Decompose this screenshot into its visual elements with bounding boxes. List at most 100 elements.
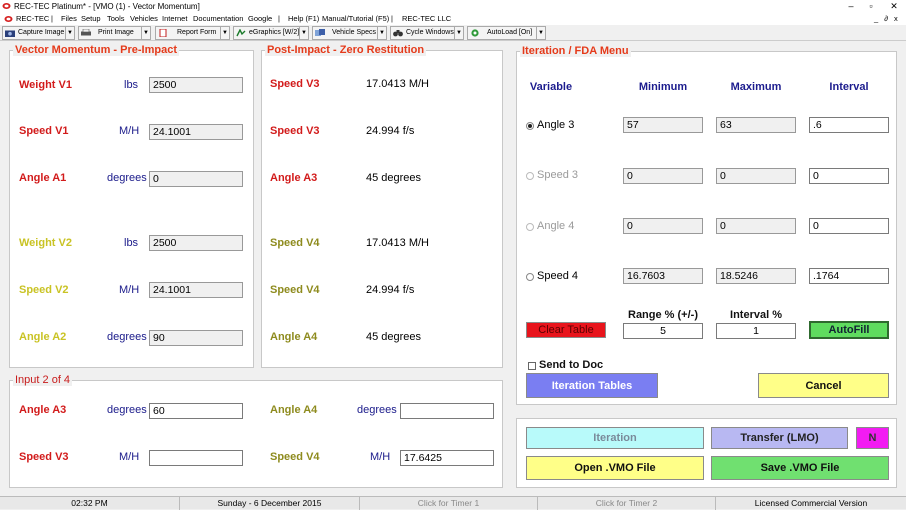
menu-files[interactable]: Files <box>61 13 77 25</box>
vehicle-specs-button[interactable]: Vehicle Specs ▼ <box>312 26 387 40</box>
angle4-label: Angle 4 <box>537 220 575 232</box>
angle-a1-field[interactable] <box>149 171 243 187</box>
speed-v4-fps-value: 24.994 f/s <box>366 284 415 296</box>
menu-manual[interactable]: Manual/Tutorial (F5) <box>322 13 389 25</box>
printer-icon <box>81 29 91 36</box>
report-form-button[interactable]: Report Form ▼ <box>155 26 230 40</box>
speed-v3-mph-value: 17.0413 M/H <box>366 78 429 90</box>
input-speed-v4-unit: M/H <box>370 451 391 463</box>
menu-setup[interactable]: Setup <box>81 13 101 25</box>
speed-v2-field[interactable] <box>149 282 243 298</box>
angle4-max-field[interactable] <box>716 218 796 234</box>
post-impact-panel <box>261 50 503 368</box>
post-impact-title: Post-Impact - Zero Restitution <box>265 44 427 56</box>
chevron-down-icon[interactable]: ▼ <box>65 27 74 39</box>
speed4-min-field[interactable] <box>623 268 703 284</box>
input-angle-a3-unit: degrees <box>107 404 147 416</box>
range-percent-field[interactable] <box>623 323 703 339</box>
chevron-down-icon[interactable]: ▼ <box>536 27 545 39</box>
angle-a4-result-value: 45 degrees <box>366 331 422 343</box>
speed4-interval-field[interactable] <box>809 268 889 284</box>
menu-internet[interactable]: Internet <box>162 13 187 25</box>
pre-impact-title: Vector Momentum - Pre-Impact <box>13 44 179 56</box>
autoload-icon <box>471 29 479 37</box>
menu-tools[interactable]: Tools <box>107 13 125 25</box>
angle3-interval-field[interactable] <box>809 117 889 133</box>
n-button[interactable]: N <box>856 427 889 449</box>
menu-separator: | <box>51 14 53 23</box>
speed-v1-field[interactable] <box>149 124 243 140</box>
angle-a2-field[interactable] <box>149 330 243 346</box>
minimize-button[interactable]: – <box>841 0 861 13</box>
timer1-button[interactable]: Click for Timer 1 <box>360 497 538 510</box>
menu-vehicles[interactable]: Vehicles <box>130 13 158 25</box>
angle-a1-label: Angle A1 <box>19 172 67 184</box>
chevron-down-icon[interactable]: ▼ <box>454 27 463 39</box>
open-vmo-button[interactable]: Open .VMO File <box>526 456 704 480</box>
menu-rectec[interactable]: REC-TEC <box>16 13 49 25</box>
interval-percent-label: Interval % <box>730 309 782 321</box>
angle3-min-field[interactable] <box>623 117 703 133</box>
send-to-doc-label: Send to Doc <box>539 359 604 371</box>
angle4-min-field[interactable] <box>623 218 703 234</box>
cancel-button[interactable]: Cancel <box>758 373 889 398</box>
weight-v2-field[interactable] <box>149 235 243 251</box>
save-vmo-button[interactable]: Save .VMO File <box>711 456 889 480</box>
weight-v2-unit: lbs <box>124 237 139 249</box>
print-image-button[interactable]: Print Image ▼ <box>78 26 151 40</box>
weight-v1-label: Weight V1 <box>19 79 72 91</box>
input-speed-v4-field[interactable] <box>400 450 494 466</box>
chevron-down-icon[interactable]: ▼ <box>299 27 308 39</box>
close-button[interactable]: ✕ <box>884 0 904 13</box>
iteration-tables-button[interactable]: Iteration Tables <box>526 373 658 398</box>
input-speed-v3-field[interactable] <box>149 450 243 466</box>
interval-percent-field[interactable] <box>716 323 796 339</box>
menu-documentation[interactable]: Documentation <box>193 13 243 25</box>
angle4-radio[interactable] <box>526 223 534 231</box>
autofill-button[interactable]: AutoFill <box>809 321 889 339</box>
restore-button[interactable]: ▫ <box>861 0 881 13</box>
egraphics-button[interactable]: eGraphics [W/2] ▼ <box>233 26 309 40</box>
rectec-menu-icon <box>4 16 13 22</box>
angle-a3-result-value: 45 degrees <box>366 172 422 184</box>
weight-v1-field[interactable] <box>149 77 243 93</box>
menu-separator: | <box>278 14 280 23</box>
mdi-window-controls[interactable]: _ ∂ x <box>874 13 900 25</box>
angle-a4-result-label: Angle A4 <box>270 331 318 343</box>
camera-icon <box>5 30 15 37</box>
chevron-down-icon[interactable]: ▼ <box>141 27 150 39</box>
speed-v3-fps-label: Speed V3 <box>270 125 320 137</box>
timer2-button[interactable]: Click for Timer 2 <box>538 497 716 510</box>
speed-v2-label: Speed V2 <box>19 284 69 296</box>
transfer-lmo-button[interactable]: Transfer (LMO) <box>711 427 848 449</box>
speed3-max-field[interactable] <box>716 168 796 184</box>
angle4-interval-field[interactable] <box>809 218 889 234</box>
chevron-down-icon[interactable]: ▼ <box>377 27 386 39</box>
speed3-min-field[interactable] <box>623 168 703 184</box>
speed3-interval-field[interactable] <box>809 168 889 184</box>
speed4-max-field[interactable] <box>716 268 796 284</box>
angle3-max-field[interactable] <box>716 117 796 133</box>
autoload-button[interactable]: AutoLoad [On] ▼ <box>467 26 546 40</box>
speed-v2-unit: M/H <box>119 284 140 296</box>
iteration-button[interactable]: Iteration <box>526 427 704 449</box>
speed-v4-fps-label: Speed V4 <box>270 284 320 296</box>
clear-table-button[interactable]: Clear Table <box>526 322 606 338</box>
input-speed-v3-unit: M/H <box>119 451 140 463</box>
speed3-radio[interactable] <box>526 172 534 180</box>
chevron-down-icon[interactable]: ▼ <box>220 27 229 39</box>
input-angle-a4-field[interactable] <box>400 403 494 419</box>
weight-v1-unit: lbs <box>124 79 139 91</box>
input-angle-a3-label: Angle A3 <box>19 404 67 416</box>
capture-image-button[interactable]: Capture Image ▼ <box>2 26 75 40</box>
status-time: 02:32 PM <box>0 497 180 510</box>
input-angle-a3-field[interactable] <box>149 403 243 419</box>
minimum-header: Minimum <box>638 81 688 93</box>
menu-rectec-llc[interactable]: REC-TEC LLC <box>402 13 451 25</box>
cycle-windows-button[interactable]: Cycle Windows ▼ <box>390 26 464 40</box>
send-to-doc-checkbox[interactable] <box>528 362 536 370</box>
menu-google[interactable]: Google <box>248 13 272 25</box>
menu-help[interactable]: Help (F1) <box>288 13 319 25</box>
speed4-radio[interactable] <box>526 273 534 281</box>
angle3-radio[interactable] <box>526 122 534 130</box>
